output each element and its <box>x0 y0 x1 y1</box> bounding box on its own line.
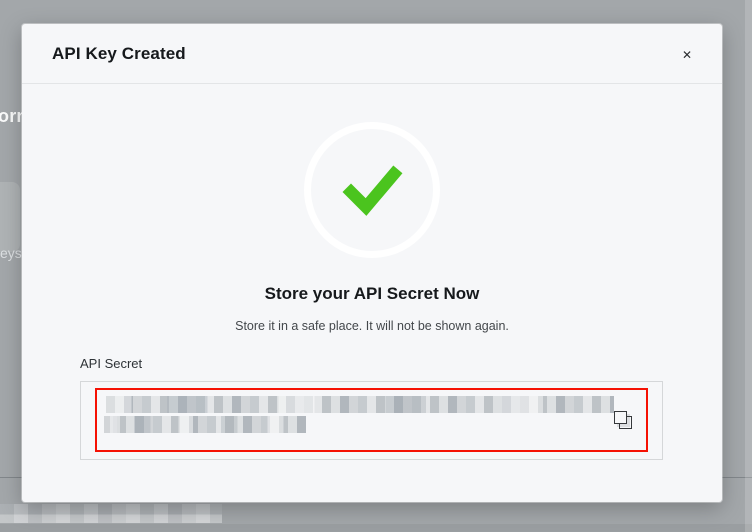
modal-header: API Key Created ✕ <box>22 24 722 84</box>
background-scrollbar <box>745 0 752 532</box>
modal-title: API Key Created <box>52 44 186 63</box>
close-icon[interactable]: ✕ <box>673 41 701 69</box>
redacted-secret-line-2 <box>104 416 306 433</box>
api-key-created-modal: API Key Created ✕ Store your API Secret … <box>22 24 722 502</box>
api-secret-label: API Secret <box>80 356 143 371</box>
background-clipped-text: eys <box>0 245 22 261</box>
background-bottom-band <box>0 524 752 532</box>
screen: orn eys API Key Created ✕ Store your API… <box>0 0 752 532</box>
copy-icon[interactable] <box>614 411 634 431</box>
success-circle <box>304 122 440 258</box>
check-icon <box>342 165 403 216</box>
redaction-highlight-box <box>95 388 648 452</box>
api-secret-field <box>80 381 663 460</box>
redacted-secret-line-1 <box>106 396 614 413</box>
background-redacted-text <box>0 504 222 523</box>
background-highlight-shape <box>0 182 20 252</box>
success-heading: Store your API Secret Now <box>264 284 480 303</box>
copy-icon-front-square <box>614 411 627 424</box>
success-subtext: Store it in a safe place. It will not be… <box>235 319 509 333</box>
